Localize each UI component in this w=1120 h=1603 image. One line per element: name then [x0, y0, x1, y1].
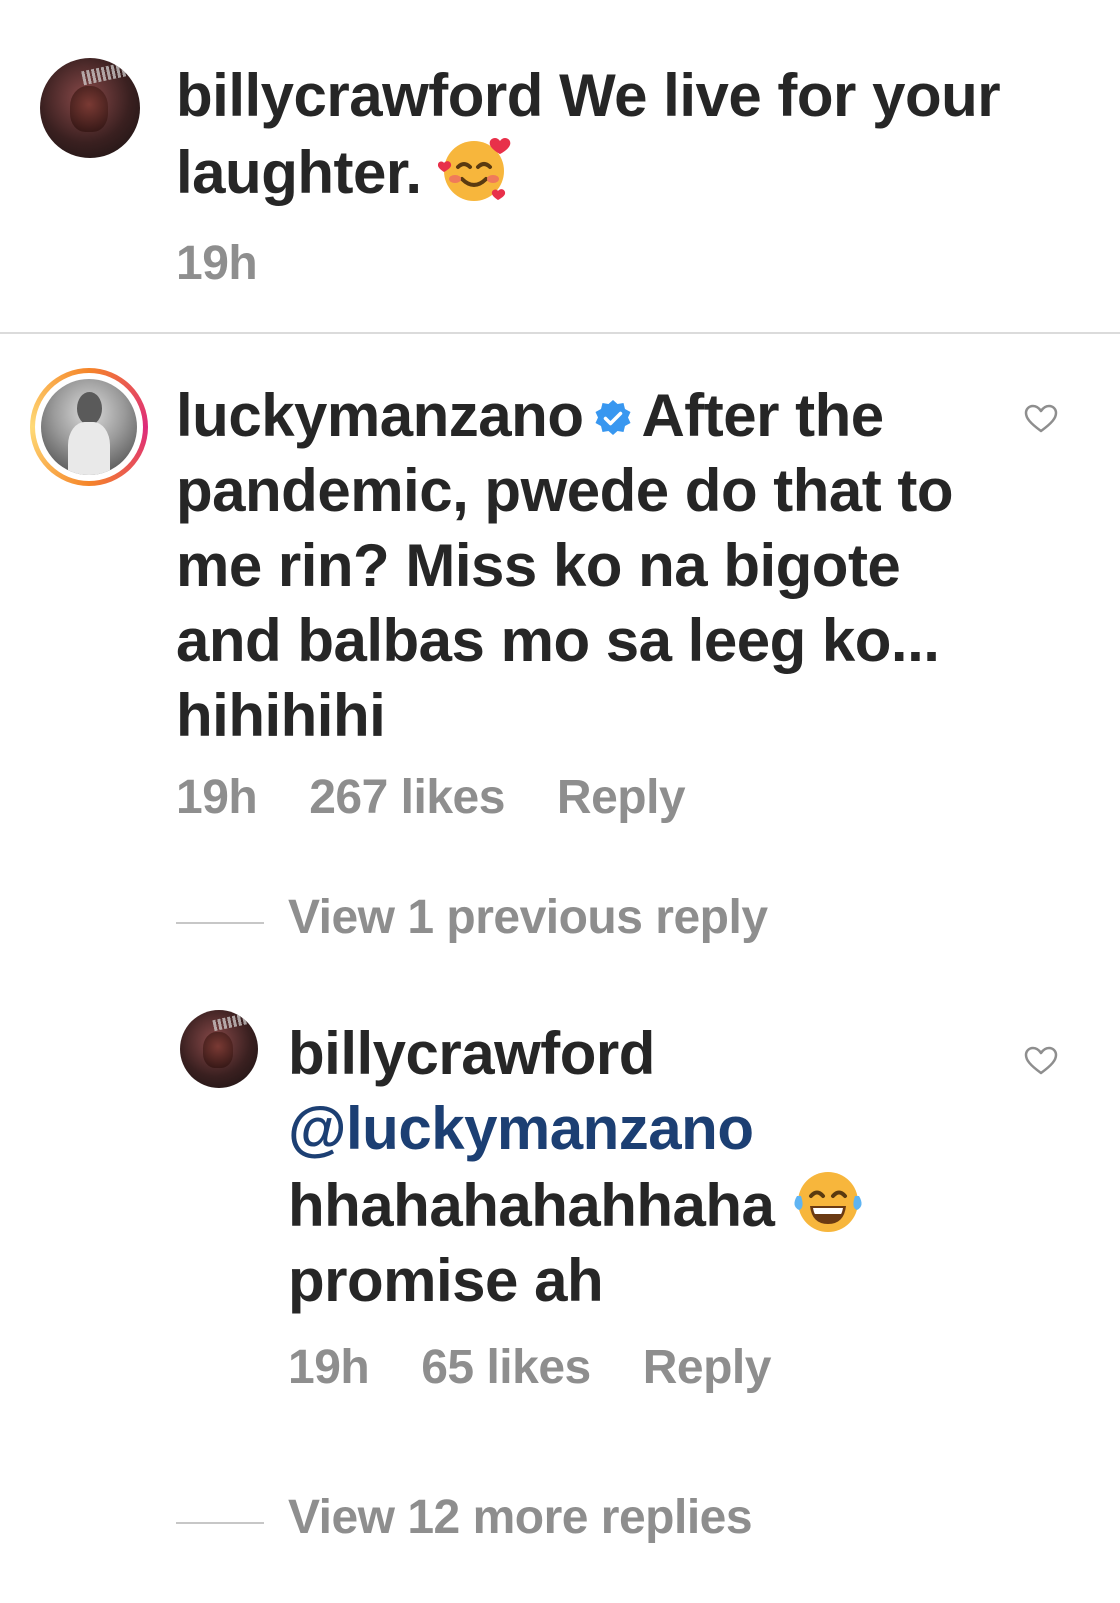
verified-badge-icon — [595, 400, 631, 435]
like-heart-icon[interactable] — [1024, 1046, 1058, 1076]
comment-username[interactable]: billycrawford — [176, 62, 543, 129]
avatar-photo — [41, 379, 137, 475]
reply-button[interactable]: Reply — [643, 1341, 772, 1394]
thread-line — [176, 1522, 264, 1524]
comment-text: billycrawford We live for your laughter. — [176, 58, 1056, 210]
comment-body-cont: laughter. — [176, 139, 422, 206]
comment-body: After the — [641, 382, 884, 449]
avatar-body — [67, 422, 111, 475]
comment-meta: 19h — [176, 236, 309, 291]
avatar-head — [77, 392, 103, 426]
view-previous-reply-button[interactable]: View 1 previous reply — [288, 890, 768, 945]
comment-time: 19h — [176, 237, 258, 290]
avatar-billycrawford[interactable] — [180, 1010, 258, 1088]
reply-text: billycrawford @luckymanzano hhahahahahha… — [288, 1016, 988, 1318]
comment-likes[interactable]: 267 likes — [309, 771, 505, 824]
reply-meta: 19h 65 likes Reply — [288, 1340, 823, 1395]
reply-time: 19h — [288, 1341, 370, 1394]
reply-button[interactable]: Reply — [557, 771, 686, 824]
smiling-face-with-hearts-icon — [437, 138, 511, 201]
avatar-luckymanzano[interactable] — [30, 368, 148, 486]
comment-time: 19h — [176, 771, 258, 824]
logo-text-graphic — [81, 60, 135, 86]
reply-username[interactable]: billycrawford — [288, 1020, 655, 1087]
comment-body-line: me rin? Miss ko na bigote — [176, 532, 901, 599]
comment-body-line: hihihihi — [176, 682, 386, 749]
reply-body-line: promise ah — [288, 1247, 604, 1314]
avatar-billycrawford[interactable] — [40, 58, 140, 158]
face-with-tears-of-joy-icon — [794, 1172, 862, 1232]
reply-body: hhahahahahhaha — [288, 1172, 775, 1239]
reply-likes[interactable]: 65 likes — [421, 1341, 591, 1394]
comment-text: luckymanzano After the pandemic, pwede d… — [176, 378, 996, 753]
comment-body-line: pandemic, pwede do that to — [176, 457, 954, 524]
avatar-photo — [203, 1031, 234, 1068]
comment-username[interactable]: luckymanzano — [176, 382, 584, 449]
logo-text-graphic — [212, 1012, 254, 1032]
comment-meta: 19h 267 likes Reply — [176, 770, 737, 825]
mention-link[interactable]: @luckymanzano — [288, 1095, 754, 1162]
divider — [0, 332, 1120, 334]
like-heart-icon[interactable] — [1024, 404, 1058, 434]
comment-body: We live for your — [559, 62, 1001, 129]
view-more-replies-button[interactable]: View 12 more replies — [288, 1490, 753, 1545]
thread-line — [176, 922, 264, 924]
comment-body-line: and balbas mo sa leeg ko... — [176, 607, 940, 674]
avatar-photo — [70, 86, 108, 132]
